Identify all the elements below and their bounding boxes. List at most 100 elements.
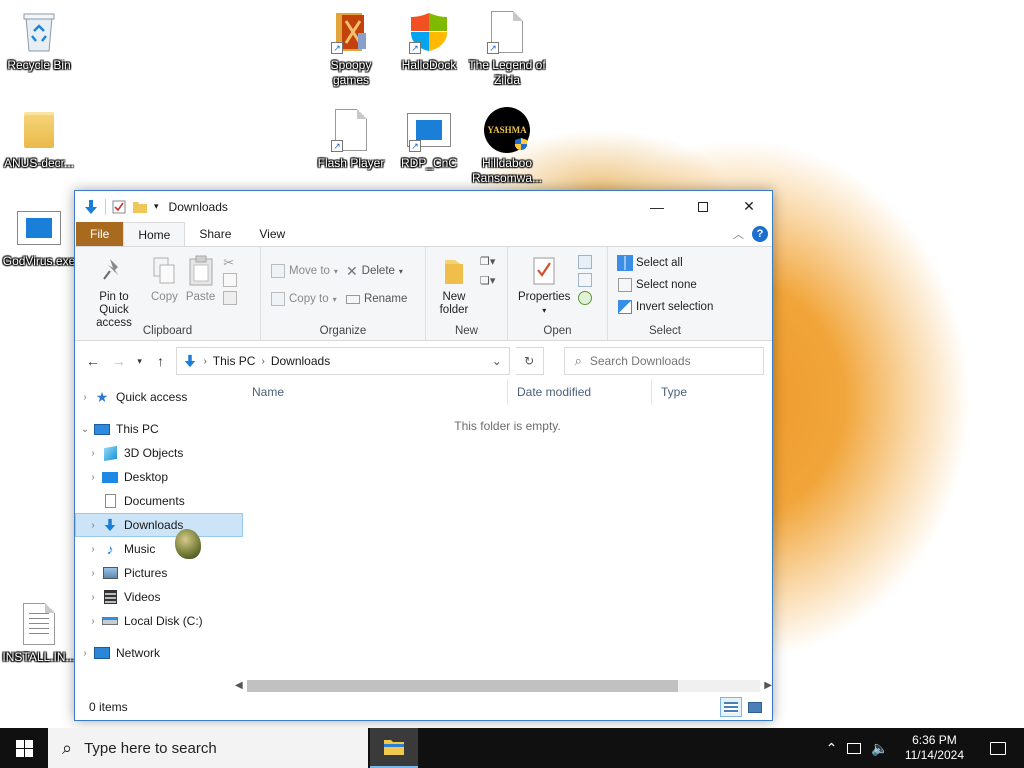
nav-item-quick-access[interactable]: › ★ Quick access bbox=[75, 385, 243, 409]
easy-access-icon[interactable]: ❏▾ bbox=[480, 274, 495, 287]
network-status-icon[interactable] bbox=[847, 742, 862, 754]
nav-item-documents[interactable]: Documents bbox=[75, 489, 243, 513]
select-all-button[interactable]: Select all bbox=[617, 255, 713, 271]
search-input[interactable] bbox=[589, 354, 740, 368]
expand-chevron-icon[interactable]: › bbox=[85, 616, 101, 627]
breadcrumb-this-pc[interactable]: This PC bbox=[213, 354, 256, 368]
desktop-icon-spoopy-games[interactable]: ↗ Spoopy games bbox=[312, 8, 390, 88]
desktop-icon-install[interactable]: INSTALL.IN... bbox=[0, 600, 78, 665]
nav-item-3d-objects[interactable]: › 3D Objects bbox=[75, 441, 243, 465]
expand-chevron-icon[interactable]: › bbox=[77, 392, 93, 403]
system-clock[interactable]: 6:36 PM 11/14/2024 bbox=[899, 733, 970, 763]
action-center-button[interactable] bbox=[980, 741, 1016, 755]
expand-chevron-icon[interactable]: › bbox=[77, 648, 93, 659]
invert-selection-button[interactable]: Invert selection bbox=[618, 299, 713, 315]
navigation-pane[interactable]: › ★ Quick access ⌄ This PC › 3D Objects … bbox=[75, 379, 243, 692]
expand-chevron-icon[interactable]: › bbox=[85, 472, 101, 483]
scroll-left-icon[interactable]: ◀ bbox=[235, 680, 243, 691]
nav-item-downloads[interactable]: › Downloads bbox=[75, 513, 243, 537]
column-header-name[interactable]: Name bbox=[243, 379, 508, 405]
forward-button[interactable]: → bbox=[109, 353, 129, 369]
nav-item-desktop[interactable]: › Desktop bbox=[75, 465, 243, 489]
collapse-ribbon-icon[interactable]: ︿ bbox=[733, 226, 744, 242]
horizontal-scrollbar[interactable]: ◀ ▶ bbox=[235, 677, 772, 694]
expand-chevron-icon[interactable]: › bbox=[85, 544, 101, 555]
yashma-logo-text: YASHMA bbox=[487, 125, 527, 135]
expand-chevron-icon[interactable]: › bbox=[85, 568, 101, 579]
select-none-icon bbox=[618, 278, 632, 292]
tab-home[interactable]: Home bbox=[123, 222, 186, 246]
file-explorer-window[interactable]: ▾ Downloads — ✕ File Home Share View ︿ ?… bbox=[74, 190, 773, 721]
tab-view[interactable]: View bbox=[245, 222, 299, 246]
search-box[interactable]: ⌕ bbox=[563, 347, 765, 375]
tab-file[interactable]: File bbox=[76, 222, 124, 246]
desktop-icon-rdp-cnc[interactable]: ↗ RDP_CnC bbox=[390, 106, 468, 171]
up-button[interactable]: ↑ bbox=[151, 353, 171, 369]
copy-path-icon[interactable] bbox=[223, 273, 238, 287]
delete-x-icon: ✕ bbox=[345, 262, 358, 279]
delete-button[interactable]: ✕ Delete ▾ bbox=[346, 263, 407, 279]
scrollbar-thumb[interactable] bbox=[246, 679, 679, 692]
address-bar[interactable]: › This PC › Downloads ⌄ bbox=[176, 347, 510, 375]
file-list-view[interactable]: Name Date modified Type This folder is e… bbox=[243, 379, 772, 692]
nav-item-this-pc[interactable]: ⌄ This PC bbox=[75, 417, 243, 441]
desktop-icon-hallodock[interactable]: ↗ HalloDock bbox=[390, 8, 468, 73]
help-icon[interactable]: ? bbox=[752, 226, 768, 242]
select-none-button[interactable]: Select none bbox=[618, 277, 713, 293]
show-hidden-icons-chevron-icon[interactable]: ⌃ bbox=[826, 740, 838, 757]
nav-item-network[interactable]: › Network bbox=[75, 641, 243, 665]
maximize-button[interactable] bbox=[680, 191, 726, 222]
ribbon-group-open: Properties ▾ Open bbox=[508, 247, 608, 340]
properties-checkbox-icon[interactable] bbox=[112, 200, 126, 214]
move-to-button[interactable]: Move to ▾ bbox=[271, 263, 338, 279]
close-button[interactable]: ✕ bbox=[726, 191, 772, 222]
paste-shortcut-icon[interactable] bbox=[223, 291, 238, 305]
title-bar[interactable]: ▾ Downloads — ✕ bbox=[75, 191, 772, 222]
nav-item-pictures[interactable]: › Pictures bbox=[75, 561, 243, 585]
address-history-chevron-icon[interactable]: ⌄ bbox=[485, 354, 509, 368]
cut-icon[interactable]: ✂ bbox=[223, 255, 237, 270]
nav-item-videos[interactable]: › Videos bbox=[75, 585, 243, 609]
column-header-date-modified[interactable]: Date modified bbox=[508, 379, 652, 405]
rename-button[interactable]: Rename bbox=[345, 291, 407, 307]
new-item-icon[interactable]: ❐▾ bbox=[480, 255, 495, 268]
taskbar-file-explorer-button[interactable] bbox=[370, 728, 418, 768]
taskbar-search-box[interactable]: ⌕ Type here to search bbox=[48, 728, 368, 768]
expand-chevron-icon[interactable]: › bbox=[85, 592, 101, 603]
expand-chevron-icon[interactable]: › bbox=[85, 448, 101, 459]
details-view-button[interactable] bbox=[720, 697, 742, 717]
desktop-icon-godvirus[interactable]: GodVirus.exe bbox=[0, 204, 78, 269]
minimize-button[interactable]: — bbox=[634, 191, 680, 222]
new-folder-icon[interactable] bbox=[132, 200, 148, 214]
start-button[interactable] bbox=[0, 728, 48, 768]
history-icon[interactable] bbox=[578, 291, 593, 305]
edit-icon[interactable] bbox=[578, 273, 593, 287]
open-icon[interactable] bbox=[578, 255, 593, 269]
nav-label: 3D Objects bbox=[124, 446, 184, 460]
properties-icon bbox=[533, 257, 555, 285]
refresh-button[interactable]: ↻ bbox=[515, 347, 544, 375]
breadcrumb-downloads[interactable]: Downloads bbox=[271, 354, 330, 368]
back-button[interactable]: ← bbox=[83, 353, 103, 369]
nav-item-local-disk[interactable]: › Local Disk (C:) bbox=[75, 609, 243, 633]
application-window-icon: ↗ bbox=[405, 106, 453, 154]
volume-icon[interactable]: 🔈 bbox=[871, 740, 888, 757]
tab-share[interactable]: Share bbox=[185, 222, 245, 246]
desktop-icon-legend-zilda[interactable]: ↗ The Legend of Zilda bbox=[468, 8, 546, 88]
desktop-icon-recycle-bin[interactable]: Recycle Bin bbox=[0, 8, 78, 73]
collapse-chevron-icon[interactable]: ⌄ bbox=[77, 424, 93, 435]
nav-item-music[interactable]: › ♪ Music bbox=[75, 529, 243, 561]
large-icons-view-button[interactable] bbox=[744, 697, 766, 717]
copy-to-button[interactable]: Copy to ▾ bbox=[271, 291, 338, 307]
shortcut-arrow-icon: ↗ bbox=[409, 140, 421, 152]
delete-label: Delete bbox=[361, 265, 395, 277]
recent-locations-button[interactable]: ▾ bbox=[135, 356, 145, 367]
scroll-right-icon[interactable]: ▶ bbox=[764, 680, 772, 691]
customize-toolbar-dropdown-icon[interactable]: ▾ bbox=[154, 201, 159, 212]
desktop-icon-flash-player[interactable]: ↗ Flash Player bbox=[312, 106, 390, 171]
desktop-icon-anus-decr[interactable]: ANUS-decr... bbox=[0, 106, 78, 171]
expand-chevron-icon[interactable]: › bbox=[85, 520, 101, 531]
column-header-type[interactable]: Type bbox=[652, 379, 742, 405]
desktop-icon-hilldaboo[interactable]: YASHMA Hilldaboo Ransomwa... bbox=[468, 106, 546, 186]
toolbar-divider bbox=[105, 198, 106, 215]
